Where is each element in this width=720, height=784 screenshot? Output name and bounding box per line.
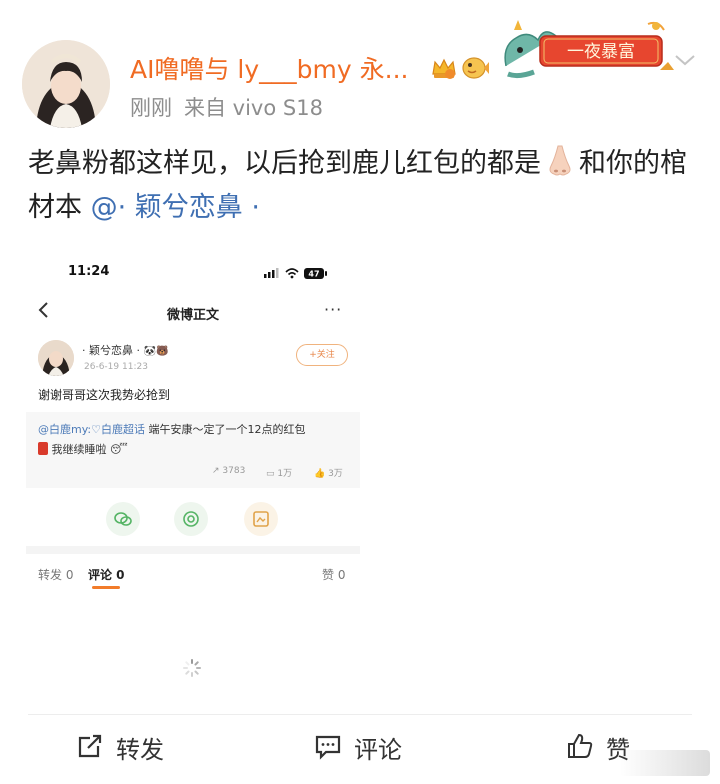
banner-text: 一夜暴富: [567, 42, 635, 61]
red-envelope-icon: [38, 442, 48, 455]
author-avatar[interactable]: [22, 40, 110, 128]
embedded-avatar[interactable]: [38, 340, 74, 376]
embedded-screenshot[interactable]: 11:24 47 微博正文 ··· · 颖兮恋鼻 · 🐼🐻 26-6-19 11…: [26, 256, 360, 716]
status-icons: 47: [264, 268, 327, 279]
panda-icon: 🐼: [143, 346, 156, 357]
wechat-share-icon[interactable]: [106, 502, 140, 536]
status-clock: 11:24: [68, 264, 110, 279]
action-bar-divider: [28, 714, 692, 715]
watermark: [620, 750, 710, 776]
bear-badge-icon: 🐻: [155, 346, 169, 357]
tab-comment[interactable]: 评论 0: [88, 566, 125, 583]
post-meta: 刚刚 来自 vivo S18: [130, 92, 335, 122]
fish-icon[interactable]: [460, 54, 490, 82]
embedded-date: 26-6-19 11:23: [84, 362, 148, 372]
quote-topic[interactable]: ♡白鹿超话: [91, 423, 145, 436]
thumbs-up-icon: [568, 733, 593, 758]
save-image-icon[interactable]: [244, 502, 278, 536]
repost-icon: [78, 734, 102, 758]
comment-label: 评论: [354, 736, 402, 764]
post-text-part1: 老鼻粉都这样见，以后抢到鹿儿红包的都是: [28, 148, 541, 179]
stat-comments[interactable]: ▭ 1万: [266, 466, 292, 479]
stat-likes[interactable]: 👍 3万: [314, 466, 343, 479]
section-divider: [26, 546, 360, 554]
crown-level-icon[interactable]: [430, 56, 458, 80]
post-content: 老鼻粉都这样见，以后抢到鹿儿红包的都是 和你的棺材本 @· 颖兮恋鼻 ·: [28, 142, 698, 230]
post-time: 刚刚: [130, 96, 172, 120]
quoted-text: @白鹿my:♡白鹿超话 端午安康～定了一个12点的红包 我继续睡啦 😴: [38, 423, 306, 456]
quote-mention[interactable]: @白鹿my:: [38, 423, 91, 436]
tab-like[interactable]: 赞 0: [322, 566, 345, 583]
embedded-page-title: 微博正文: [166, 308, 219, 323]
loading-spinner-icon: [183, 659, 201, 677]
tab-repost[interactable]: 转发 0: [38, 566, 73, 583]
comment-button[interactable]: 评论: [314, 728, 434, 764]
stat-reposts[interactable]: ↗ 3783: [212, 466, 245, 476]
embedded-body: 谢谢哥哥这次我势必抢到: [38, 388, 171, 402]
embedded-author[interactable]: · 颖兮恋鼻 · 🐼🐻: [82, 342, 168, 358]
author-username[interactable]: AI噜噜与 ly___bmy 永...: [130, 50, 408, 86]
repost-button[interactable]: 转发: [76, 728, 196, 764]
battery-level: 47: [308, 270, 319, 279]
more-icon[interactable]: ···: [324, 300, 342, 319]
comment-icon: [315, 735, 341, 760]
post-source[interactable]: 来自 vivo S18: [184, 96, 323, 120]
moments-share-icon[interactable]: [174, 502, 208, 536]
follow-button[interactable]: +关注: [296, 344, 348, 366]
mention-link[interactable]: @· 颖兮恋鼻 ·: [91, 192, 260, 223]
repost-label: 转发: [116, 736, 164, 764]
fortune-banner-icon[interactable]: 一夜暴富: [498, 16, 678, 82]
nose-emoji-icon: [549, 145, 571, 176]
chevron-down-icon[interactable]: [672, 50, 698, 70]
sleep-emoji-icon: 😴: [110, 443, 128, 456]
active-tab-underline: [92, 586, 120, 589]
